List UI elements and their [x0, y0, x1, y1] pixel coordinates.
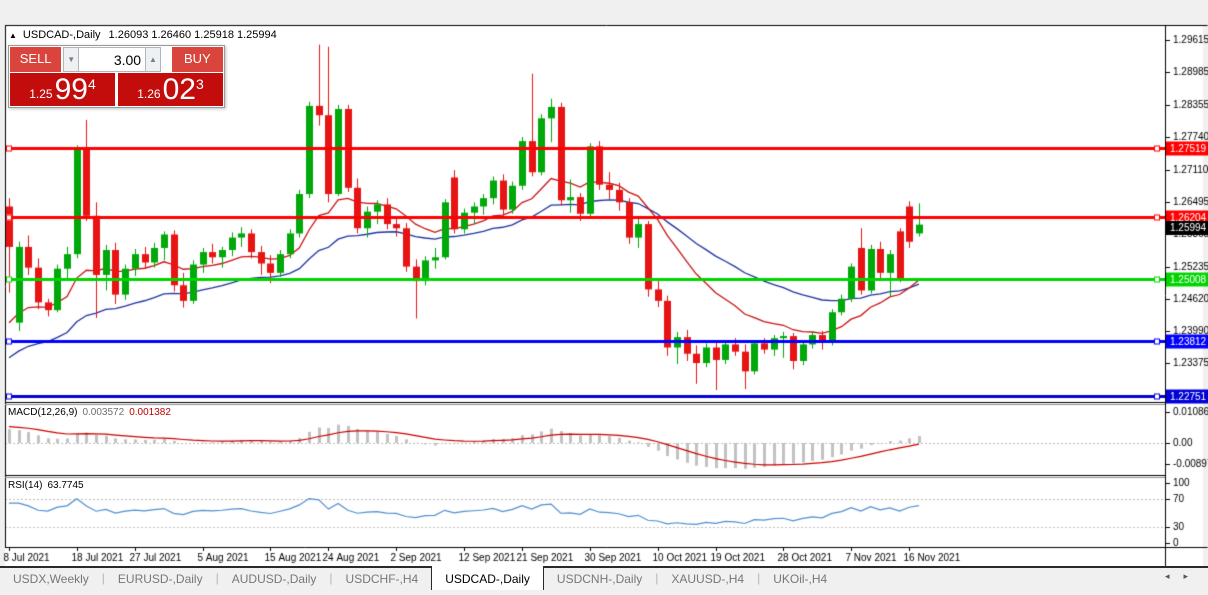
- one-click-trade-panel: SELL ▼ ▲ BUY 1.25 99 4 1.26 02 3: [8, 45, 225, 108]
- tab-scroll-arrows: ◂▸: [1165, 571, 1202, 582]
- symbol-tab-audusd[interactable]: AUDUSD-,Daily: [219, 568, 330, 590]
- macd-indicator-name: MACD(12,26,9): [8, 407, 78, 418]
- volume-decrement-button[interactable]: ▼: [63, 47, 80, 72]
- volume-input[interactable]: [79, 47, 146, 72]
- sell-button[interactable]: SELL: [10, 47, 62, 72]
- buy-price-button[interactable]: 1.26 02 3: [117, 72, 223, 106]
- trading-platform-window: 5M30H1H4D1W1MN ▲USDCAD-,Daily1.26093 1.2…: [0, 0, 1208, 595]
- rsi-indicator-name: RSI(14): [8, 480, 43, 491]
- volume-increment-button[interactable]: ▲: [145, 47, 161, 72]
- buy-price-prefix: 1.26: [137, 86, 161, 101]
- symbol-tab-usdx[interactable]: USDX,Weekly: [0, 568, 102, 590]
- trade-panel-price-row: 1.25 99 4 1.26 02 3: [10, 73, 223, 106]
- sell-price-big-digits: 99: [54, 72, 88, 106]
- symbol-tab-bar: USDX,Weekly | EURUSD-,Daily | AUDUSD-,Daily |…: [0, 566, 1208, 590]
- symbol-tab-usdcad[interactable]: USDCAD-,Daily: [431, 566, 544, 590]
- symbol-tab-eurusd[interactable]: EURUSD-,Daily: [105, 568, 216, 590]
- sell-price-pip-digit: 4: [87, 75, 96, 92]
- macd-main-value: 0.003572: [82, 407, 125, 418]
- macd-signal-value: 0.001382: [129, 407, 171, 418]
- chart-ohlc-values: 1.26093 1.26460 1.25918 1.25994: [108, 29, 277, 41]
- sell-price-prefix: 1.25: [29, 86, 53, 101]
- rsi-value: 63.7745: [47, 480, 84, 491]
- sell-price-button[interactable]: 1.25 99 4: [10, 72, 116, 106]
- rsi-pane-label: RSI(14) 63.7745: [8, 480, 84, 491]
- symbol-tab-xauusd[interactable]: XAUUSD-,H4: [658, 568, 757, 590]
- symbol-tab-usdcnh[interactable]: USDCNH-,Daily: [544, 568, 655, 590]
- macd-pane-label: MACD(12,26,9) 0.003572 0.001382: [8, 407, 171, 418]
- symbol-tab-usdchf[interactable]: USDCHF-,H4: [333, 568, 432, 590]
- chart-symbol-title: USDCAD-,Daily: [22, 29, 101, 41]
- trade-panel-top-row: SELL ▼ ▲ BUY: [10, 47, 223, 72]
- symbol-tab-ukoil[interactable]: UKOil-,H4: [760, 568, 840, 590]
- buy-price-pip-digit: 3: [195, 75, 204, 92]
- buy-button[interactable]: BUY: [171, 47, 223, 72]
- collapse-arrow-icon[interactable]: ▲: [9, 31, 17, 40]
- chart-header: ▲ USDCAD-,Daily 1.26093 1.26460 1.25918 1.…: [9, 29, 277, 41]
- tab-scroll-right-icon[interactable]: ▸: [1183, 571, 1202, 581]
- buy-price-big-digits: 02: [162, 72, 196, 106]
- tab-scroll-left-icon[interactable]: ◂: [1165, 571, 1184, 581]
